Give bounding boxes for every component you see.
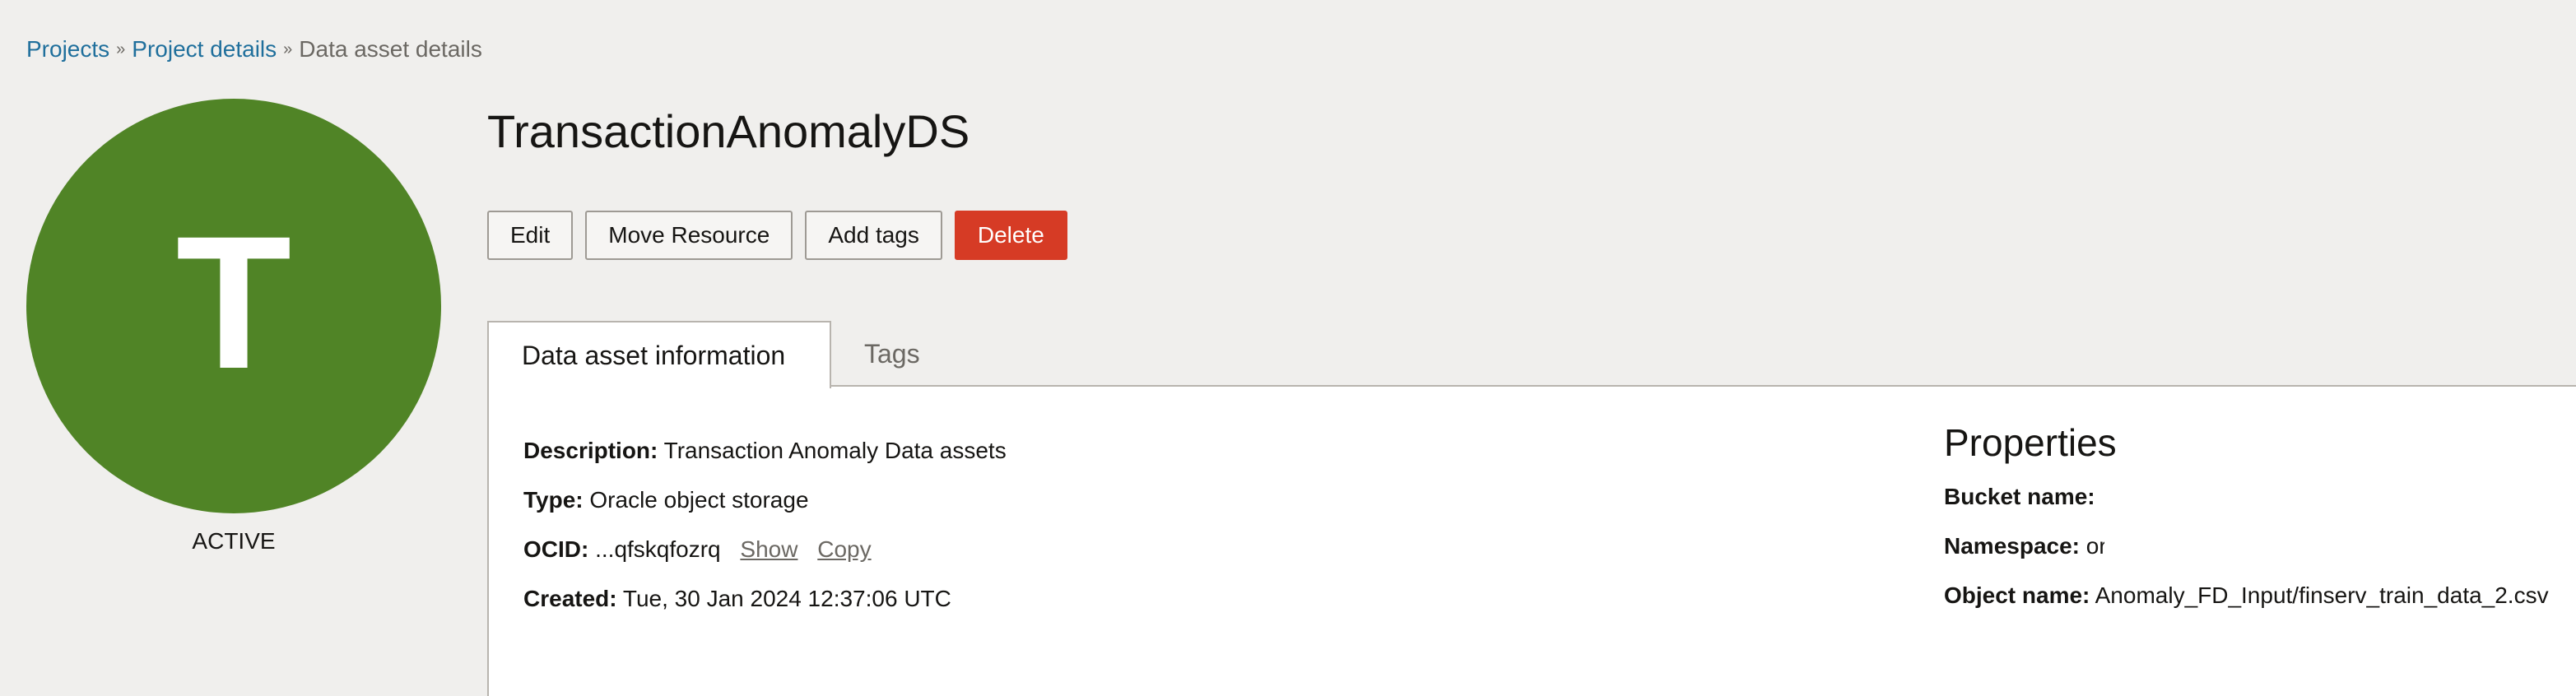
created-row: Created: Tue, 30 Jan 2024 12:37:06 UTC bbox=[523, 584, 1007, 614]
namespace-row: Namespace: or bbox=[1944, 531, 2549, 561]
avatar-letter: T bbox=[175, 197, 292, 408]
tab-bar: Data asset information Tags bbox=[487, 321, 2576, 388]
move-resource-button[interactable]: Move Resource bbox=[585, 211, 793, 260]
object-value: Anomaly_FD_Input/finserv_train_data_2.cs… bbox=[2095, 582, 2549, 608]
details-panel: Description: Transaction Anomaly Data as… bbox=[487, 387, 2576, 696]
namespace-label: Namespace: bbox=[1944, 533, 2080, 559]
breadcrumb-project-details-link[interactable]: Project details bbox=[132, 36, 277, 62]
breadcrumb-current: Data asset details bbox=[299, 36, 482, 62]
namespace-value: or bbox=[2085, 533, 2104, 559]
ocid-label: OCID: bbox=[523, 536, 589, 562]
ocid-row: OCID: ...qfskqfozrq Show Copy bbox=[523, 535, 1007, 564]
tab-tags[interactable]: Tags bbox=[864, 321, 920, 387]
properties-heading: Properties bbox=[1944, 421, 2117, 464]
breadcrumb-separator: » bbox=[116, 40, 126, 58]
description-label: Description: bbox=[523, 438, 658, 463]
breadcrumb: Projects » Project details » Data asset deta… bbox=[26, 35, 482, 67]
edit-button[interactable]: Edit bbox=[487, 211, 574, 260]
tab-data-asset-information[interactable]: Data asset information bbox=[487, 321, 831, 388]
object-label: Object name: bbox=[1944, 582, 2090, 608]
page-title: TransactionAnomalyDS bbox=[487, 105, 970, 157]
type-label: Type: bbox=[523, 487, 584, 513]
status-label: ACTIVE bbox=[192, 528, 276, 554]
action-toolbar: Edit Move Resource Add tags Delete bbox=[487, 211, 1067, 260]
object-row: Object name: Anomaly_FD_Input/finserv_tr… bbox=[1944, 581, 2549, 610]
asset-info: Description: Transaction Anomaly Data as… bbox=[523, 436, 1007, 633]
add-tags-button[interactable]: Add tags bbox=[805, 211, 942, 260]
ocid-copy-link[interactable]: Copy bbox=[817, 536, 871, 562]
type-row: Type: Oracle object storage bbox=[523, 485, 1007, 515]
properties-section: Properties Bucket name: Namespace: or Ob… bbox=[1944, 420, 2549, 630]
bucket-row: Bucket name: bbox=[1944, 482, 2549, 512]
bucket-label: Bucket name: bbox=[1944, 484, 2095, 509]
type-value: Oracle object storage bbox=[589, 487, 809, 513]
breadcrumb-projects-link[interactable]: Projects bbox=[26, 36, 109, 62]
delete-button[interactable]: Delete bbox=[954, 211, 1067, 260]
ocid-value: ...qfskqfozrq bbox=[595, 536, 721, 562]
created-label: Created: bbox=[523, 586, 617, 611]
created-value: Tue, 30 Jan 2024 12:37:06 UTC bbox=[622, 586, 951, 611]
breadcrumb-separator: » bbox=[283, 40, 293, 58]
resource-avatar: T bbox=[26, 99, 441, 513]
description-value: Transaction Anomaly Data assets bbox=[663, 438, 1007, 463]
ocid-show-link[interactable]: Show bbox=[740, 536, 797, 562]
description-row: Description: Transaction Anomaly Data as… bbox=[523, 436, 1007, 466]
